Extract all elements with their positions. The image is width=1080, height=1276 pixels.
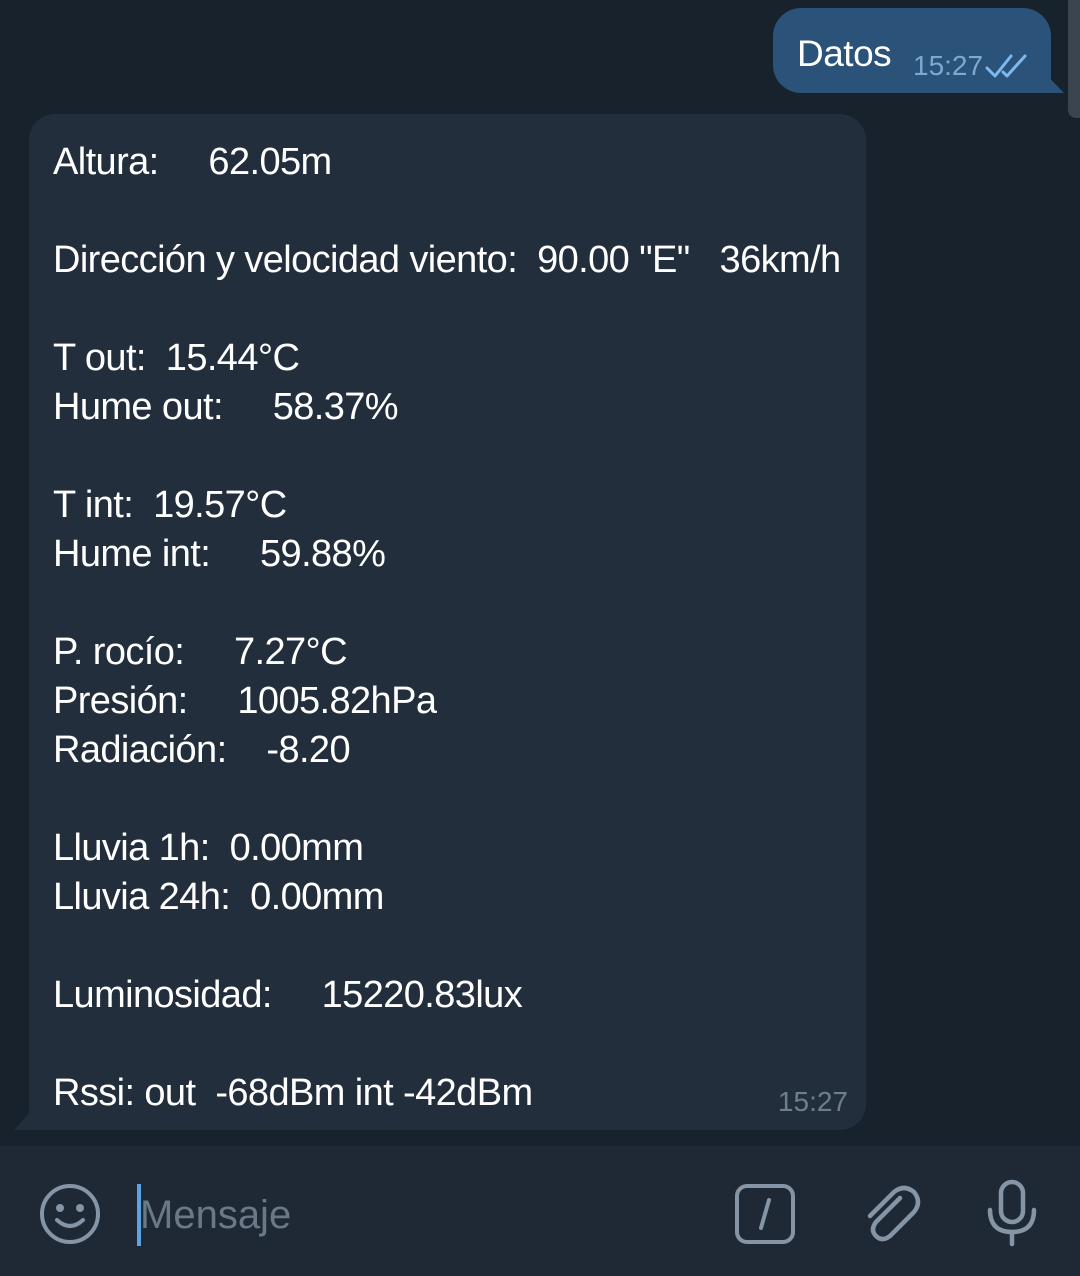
incoming-message[interactable]: Altura: 62.05m Dirección y velocidad vien… (29, 114, 866, 1130)
message-line: Lluvia 1h: 0.00mm (53, 827, 364, 869)
paperclip-icon[interactable] (856, 1180, 924, 1248)
message-line: P. rocío: 7.27°C (53, 631, 348, 673)
message-input[interactable] (140, 1186, 700, 1244)
microphone-icon[interactable] (982, 1178, 1042, 1248)
message-line: Altura: 62.05m (53, 141, 332, 183)
double-check-icon (985, 54, 1027, 78)
outgoing-message-time: 15:27 (913, 50, 984, 81)
message-line: Lluvia 24h: 0.00mm (53, 876, 384, 918)
message-line: Dirección y velocidad viento: 90.00 "E" … (53, 239, 841, 281)
message-composer (0, 1146, 1080, 1276)
message-line: Hume int: 59.88% (53, 533, 386, 575)
incoming-message-text: Altura: 62.05m Dirección y velocidad vien… (53, 138, 853, 1118)
message-line: Hume out: 58.37% (53, 386, 399, 428)
outgoing-message-text: Datos (797, 33, 892, 74)
smile-icon[interactable] (38, 1182, 102, 1246)
bot-command-icon[interactable] (733, 1182, 797, 1246)
message-line: Luminosidad: 15220.83lux (53, 974, 523, 1016)
message-line: Radiación: -8.20 (53, 729, 351, 771)
message-line: Rssi: out -68dBm int -42dBm (53, 1072, 533, 1114)
message-line: T int: 19.57°C (53, 484, 287, 526)
incoming-message-time: 15:27 (777, 1086, 848, 1117)
chat-area: Datos 15:27 Altura: 62.05m Dirección y ve… (0, 0, 1080, 1146)
message-line: T out: 15.44°C (53, 337, 300, 379)
message-line: Presión: 1005.82hPa (53, 680, 437, 722)
outgoing-message[interactable]: Datos 15:27 (773, 8, 1051, 93)
scrollbar[interactable] (1068, 0, 1080, 118)
